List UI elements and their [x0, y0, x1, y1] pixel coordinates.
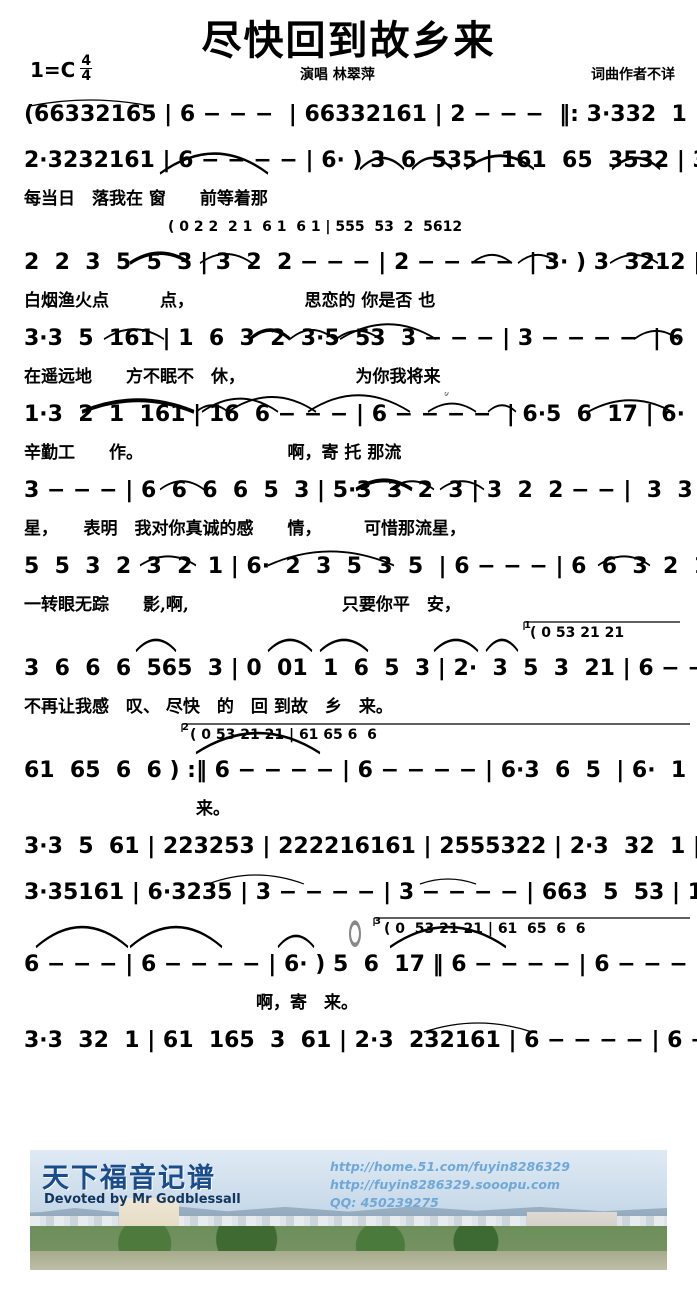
note-line: 1·3 2 1 161 | 16 6 − − − | 6 − − − − | 6…: [24, 402, 685, 427]
score-system: 3·35161 | 6·3235 | 3 − − − − | 3 − − − −…: [0, 870, 697, 916]
lyric-line: 不再让我感 叹、 尽快 的 回 到故 乡 来。: [24, 697, 393, 717]
score-system: ( 0 53 21 21 1 3 6 6 6 565 3 | 0 01 1 6 …: [0, 620, 697, 722]
note-line: 2·3232161 | 6 − − − − | 6· ) 3 6 535 | 1…: [24, 148, 697, 173]
ending-number-2: 2: [182, 722, 189, 733]
score-system: 1·3 2 1 161 | 16 6 − − − | 6 − − − − | 6…: [0, 392, 697, 468]
score-system: 2 2 3 5 5 3 | 3 2 2 − − − | 2 − − − − | …: [0, 240, 697, 316]
note-line: 5 5 3 2 3 2 1 | 6· 2 3 5 3 5 | 6 − − − |…: [24, 554, 697, 579]
watermark-links: http://home.51.com/fuyin8286329 http://f…: [330, 1158, 570, 1212]
lyric-line: 星， 表明 我对你真诚的感 情， 可惜那流星，: [24, 519, 466, 539]
ending-notes-3: ( 0 53 21 21 | 61 65 6 6: [384, 921, 586, 937]
score-system: 3·3 5 161 | 1 6 3 2 3·5 53 3 − − − | 3 −…: [0, 316, 697, 392]
score-system: (66332165 | 6 − − − | 66332161 | 2 − − −…: [0, 92, 697, 138]
music-score: (66332165 | 6 − − − | 66332161 | 2 − − −…: [0, 92, 697, 1064]
harmony-line: ( 0 2 2 2 1 6 1 6 1 | 555 53 2 5612: [168, 219, 463, 235]
lyric-line: 啊，寄 来。: [256, 993, 358, 1013]
composer-credit: 词曲作者不详: [591, 67, 675, 83]
key-signature: 1=C 4 4: [30, 53, 93, 84]
note-line: 3·3 32 1 | 61 165 3 61 | 2·3 232161 | 6 …: [24, 1028, 697, 1053]
watermark-logo-chinese: 天下福音记谱: [42, 1163, 216, 1194]
score-system: ( 0 53 21 21 | 61 65 6 6 2 61 65 6 6 ) :…: [0, 722, 697, 824]
lyric-line: 一转眼无踪 影,啊, 只要你平 安，: [24, 595, 461, 615]
link-sooopu[interactable]: http://fuyin8286329.sooopu.com: [330, 1176, 570, 1194]
note-line: 6 − − − | 6 − − − − | 6· ) 5 6 17 ‖ 6 − …: [24, 952, 697, 977]
score-system: 3·3 32 1 | 61 165 3 61 | 2·3 232161 | 6 …: [0, 1018, 697, 1064]
score-system: ( 0 53 21 21 | 61 65 6 6 3 6 − − − | 6 −…: [0, 916, 697, 1018]
ending-number-1: 1: [524, 620, 531, 631]
time-signature-denominator: 4: [81, 68, 92, 84]
banner-foreground: [30, 1250, 667, 1270]
lyric-line: 在遥远地 方不眠不 休， 为你我将来: [24, 367, 441, 387]
watermark-logo-english: Devoted by Mr Godblessall: [44, 1192, 241, 1207]
score-system: 3·3 5 61 | 223253 | 222216161 | 2555322 …: [0, 824, 697, 870]
note-line: 3 − − − | 6 6 6 6 5 3 | 5·3 3 2 3 | 3 2 …: [24, 478, 693, 503]
score-system: 2·3232161 | 6 − − − − | 6· ) 3 6 535 | 1…: [0, 138, 697, 240]
key-label: 1=C: [30, 57, 76, 82]
lyric-line: 来。: [196, 799, 230, 819]
page-title: 尽快回到故乡来: [201, 18, 496, 64]
lyric-line: 白烟渔火点 点， 思恋的 你是否 也: [24, 291, 436, 311]
singer-credit: 演唱 林翠萍: [300, 67, 375, 83]
note-line: 3·3 5 161 | 1 6 3 2 3·5 53 3 − − − | 3 −…: [24, 326, 684, 351]
note-line: 3 6 6 6 565 3 | 0 01 1 6 5 3 | 2· 3 5 3 …: [24, 656, 697, 681]
note-line: 2 2 3 5 5 3 | 3 2 2 − − − | 2 − − − − | …: [24, 250, 697, 275]
link-home51[interactable]: http://home.51.com/fuyin8286329: [330, 1158, 570, 1176]
qq-number: QQ: 450239275: [330, 1195, 439, 1211]
note-line: (66332165 | 6 − − − | 66332161 | 2 − − −…: [24, 102, 697, 127]
note-line: 3·35161 | 6·3235 | 3 − − − − | 3 − − − −…: [24, 880, 697, 905]
note-line: 61 65 6 6 ) :‖ 6 − − − − | 6 − − − − | 6…: [24, 758, 687, 783]
ending-number-3: 3: [374, 916, 381, 927]
footer-banner-image: 天下福音记谱 Devoted by Mr Godblessall http://…: [30, 1150, 667, 1270]
note-line: 3·3 5 61 | 223253 | 222216161 | 2555322 …: [24, 834, 697, 859]
ending-notes-2: ( 0 53 21 21 | 61 65 6 6: [190, 727, 377, 743]
score-system: 5 5 3 2 3 2 1 | 6· 2 3 5 3 5 | 6 − − − |…: [0, 544, 697, 620]
lyric-line: 每当日 落我在 窗 前等着那: [24, 189, 268, 209]
time-signature-numerator: 4: [80, 53, 93, 69]
ending-notes-1: ( 0 53 21 21: [530, 625, 625, 641]
score-system: 3 − − − | 6 6 6 6 5 3 | 5·3 3 2 3 | 3 2 …: [0, 468, 697, 544]
lyric-line: 辛勤工 作。 啊，寄 托 那流: [24, 443, 402, 463]
time-signature: 4 4: [80, 53, 93, 84]
